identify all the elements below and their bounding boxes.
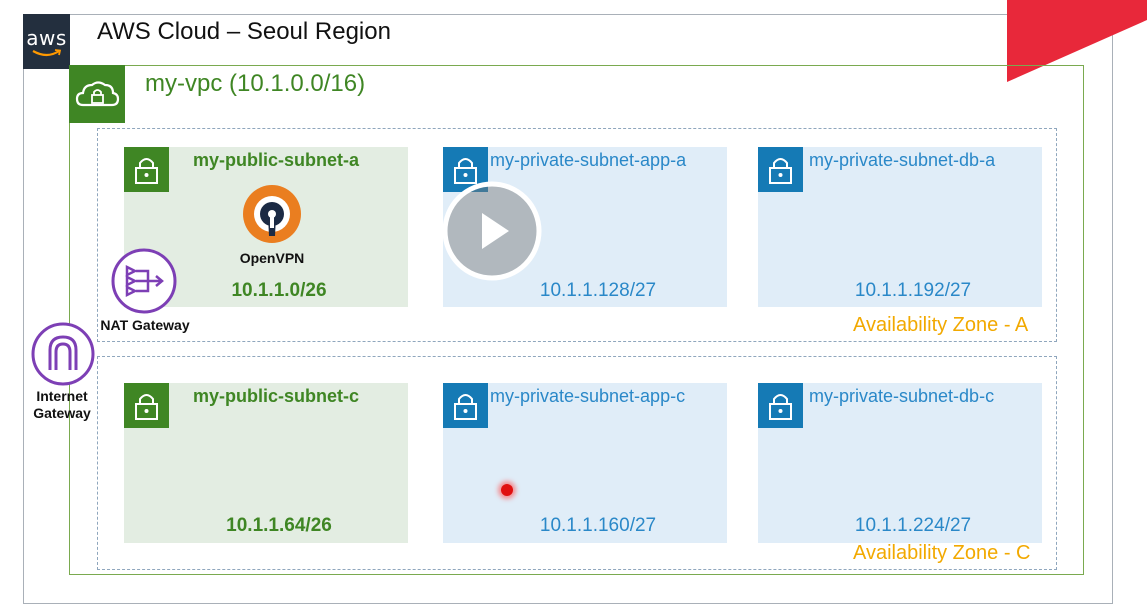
- aws-smile-icon: [32, 49, 62, 57]
- subnet-cidr: 10.1.1.160/27: [539, 515, 657, 536]
- play-video-icon[interactable]: [441, 180, 543, 282]
- openvpn-icon: [243, 185, 301, 243]
- subnet-name: my-public-subnet-a: [193, 150, 360, 170]
- aws-logo-icon: aws: [23, 14, 70, 69]
- subnet-cidr: 10.1.1.224/27: [854, 515, 972, 536]
- private-subnet-lock-icon: [758, 147, 803, 192]
- cursor-highlight: [501, 484, 513, 496]
- cloud-title: AWS Cloud – Seoul Region: [97, 18, 391, 45]
- nat-gateway-icon: [111, 248, 177, 314]
- private-subnet-lock-icon: [443, 383, 488, 428]
- public-subnet-lock-icon: [124, 383, 169, 428]
- internet-gateway-label-line1: Internet: [36, 388, 88, 404]
- private-subnet-lock-icon: [758, 383, 803, 428]
- subnet-name: my-private-subnet-db-a: [809, 150, 996, 170]
- openvpn-label: OpenVPN: [239, 250, 305, 266]
- subnet-name: my-private-subnet-app-c: [490, 386, 686, 406]
- internet-gateway-icon: [31, 322, 95, 386]
- az-label-a: Availability Zone - A: [853, 314, 1029, 336]
- public-subnet-lock-icon: [124, 147, 169, 192]
- vpc-cloud-lock-icon: [69, 65, 125, 123]
- subnet-cidr: 10.1.1.128/27: [539, 280, 657, 301]
- subnet-name: my-private-subnet-db-c: [809, 386, 995, 406]
- aws-logo-text: aws: [26, 26, 67, 50]
- vpc-title: my-vpc (10.1.0.0/16): [145, 70, 366, 97]
- subnet-cidr: 10.1.1.64/26: [226, 515, 332, 536]
- nat-gateway-label: NAT Gateway: [100, 317, 190, 333]
- subnet-name: my-public-subnet-c: [193, 386, 360, 406]
- internet-gateway-label-line2: Gateway: [33, 405, 91, 421]
- subnet-cidr: 10.1.1.192/27: [854, 280, 972, 301]
- subnet-name: my-private-subnet-app-a: [490, 150, 687, 170]
- az-label-c: Availability Zone - C: [853, 542, 1031, 564]
